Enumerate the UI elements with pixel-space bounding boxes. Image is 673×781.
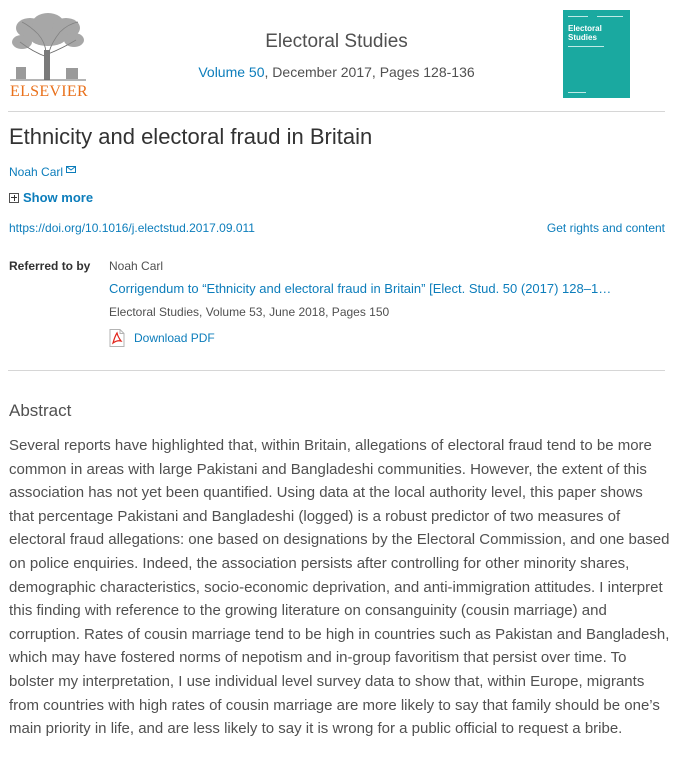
pdf-file-icon (109, 329, 125, 347)
envelope-icon[interactable] (66, 165, 77, 173)
author-line: Noah Carl (9, 165, 77, 179)
corrigendum-source: Electoral Studies, Volume 53, June 2018,… (109, 305, 390, 319)
cover-rule (568, 16, 588, 17)
volume-link[interactable]: Volume 50 (198, 64, 264, 80)
show-more-label: Show more (23, 190, 94, 205)
abstract-text: Several reports have highlighted that, w… (9, 437, 670, 738)
section-divider (8, 370, 665, 371)
download-pdf-label: Download PDF (134, 331, 215, 345)
show-more-button[interactable]: Show more (9, 190, 93, 205)
journal-cover-thumbnail[interactable]: Electoral Studies (563, 10, 630, 98)
referred-to-label: Referred to by (9, 259, 91, 273)
issue-details: , December 2017, Pages 128-136 (264, 64, 475, 80)
abstract-heading: Abstract (9, 401, 72, 420)
doi-link[interactable]: https://doi.org/10.1016/j.electstud.2017… (9, 221, 255, 235)
rights-link[interactable]: Get rights and content (547, 221, 665, 235)
author-link[interactable]: Noah Carl (9, 165, 63, 179)
plus-box-icon (9, 192, 19, 203)
article-title: Ethnicity and electoral fraud in Britain (9, 124, 373, 149)
journal-header: ELSEVIER Electoral Studies Volume 50, De… (8, 0, 665, 112)
cover-rule (568, 92, 586, 93)
cover-title: Electoral Studies (568, 24, 602, 42)
corrigendum-link[interactable]: Corrigendum to “Ethnicity and electoral … (109, 281, 611, 296)
cover-rule (597, 16, 623, 17)
cover-rule (568, 46, 604, 47)
publisher-wordmark: ELSEVIER (10, 83, 88, 100)
download-pdf-link[interactable]: Download PDF (109, 329, 215, 347)
referred-author: Noah Carl (109, 259, 164, 273)
